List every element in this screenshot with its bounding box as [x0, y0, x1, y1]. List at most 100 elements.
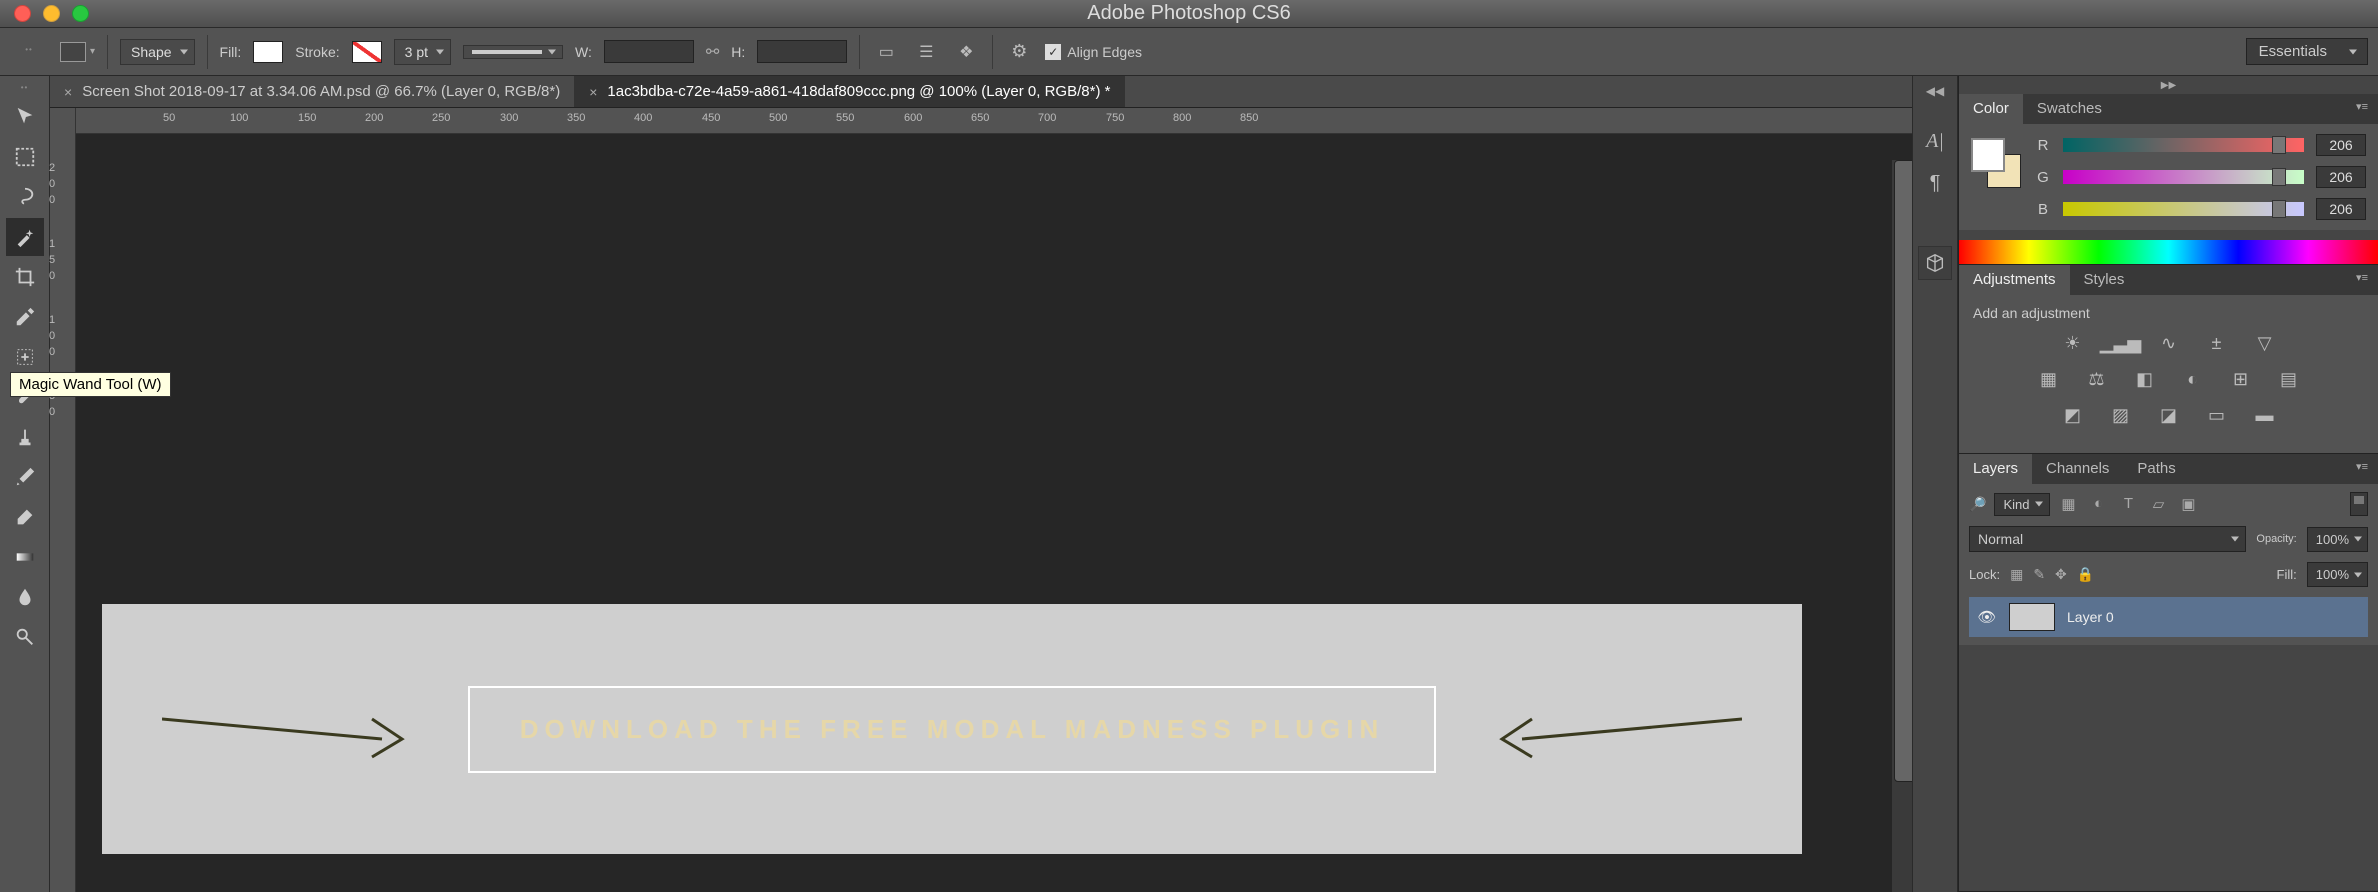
zoom-window-button[interactable]	[72, 5, 89, 22]
lock-pixels-icon[interactable]: ✎	[2033, 566, 2045, 583]
close-tab-icon[interactable]: ×	[589, 84, 597, 100]
opacity-input[interactable]: 100%	[2307, 527, 2368, 552]
fg-bg-swatch[interactable]	[1971, 138, 2021, 188]
tools-grip[interactable]: ••	[6, 82, 44, 92]
tab-adjustments[interactable]: Adjustments	[1959, 265, 2070, 295]
close-window-button[interactable]	[14, 5, 31, 22]
document-tab[interactable]: × 1ac3bdba-c72e-4a59-a861-418daf809ccc.p…	[575, 76, 1125, 107]
canvas[interactable]: DOWNLOAD THE FREE MODAL MADNESS PLUGIN	[76, 134, 1912, 892]
workspace-select[interactable]: Essentials	[2246, 38, 2368, 65]
g-slider[interactable]	[2063, 170, 2304, 184]
gear-icon[interactable]: ⚙	[1005, 40, 1033, 64]
eyedropper-tool[interactable]	[6, 298, 44, 336]
shape-mode-select[interactable]: Shape	[120, 39, 194, 65]
move-tool[interactable]	[6, 98, 44, 136]
filter-smart-icon[interactable]: ▣	[2178, 495, 2198, 513]
tab-paths[interactable]: Paths	[2123, 454, 2189, 484]
invert-icon[interactable]: ◩	[2058, 403, 2088, 427]
gradient-map-icon[interactable]: ▭	[2202, 403, 2232, 427]
tab-layers[interactable]: Layers	[1959, 454, 2032, 484]
stroke-width-select[interactable]: 3 pt	[394, 39, 451, 65]
brightness-icon[interactable]: ☀	[2058, 331, 2088, 355]
link-wh-icon[interactable]: ⚯	[706, 42, 719, 62]
layer-thumbnail[interactable]	[2009, 603, 2055, 631]
gradient-tool[interactable]	[6, 538, 44, 576]
visibility-icon[interactable]: 👁	[1977, 608, 1997, 626]
fill-swatch[interactable]	[253, 41, 283, 63]
tab-color[interactable]: Color	[1959, 94, 2023, 124]
vibrance-icon[interactable]: ▽	[2250, 331, 2280, 355]
blur-tool[interactable]	[6, 578, 44, 616]
fill-input[interactable]: 100%	[2307, 562, 2368, 587]
character-panel-icon[interactable]: A|	[1918, 124, 1952, 158]
vertical-scrollbar[interactable]	[1892, 160, 1912, 892]
history-brush-tool[interactable]	[6, 458, 44, 496]
layer-filter-kind-select[interactable]: Kind	[1994, 493, 2050, 516]
shape-preset-button[interactable]	[60, 42, 86, 62]
panel-menu-icon[interactable]: ▾≡	[2346, 94, 2378, 124]
width-input[interactable]	[604, 40, 694, 63]
crop-tool[interactable]	[6, 258, 44, 296]
color-lookup-icon[interactable]: ▤	[2274, 367, 2304, 391]
stroke-style-select[interactable]	[463, 45, 563, 59]
b-value-input[interactable]: 206	[2316, 198, 2366, 220]
healing-brush-tool[interactable]	[6, 338, 44, 376]
filter-shape-icon[interactable]: ▱	[2148, 495, 2168, 513]
lasso-tool[interactable]	[6, 178, 44, 216]
layer-name[interactable]: Layer 0	[2067, 609, 2114, 625]
color-balance-icon[interactable]: ⚖	[2082, 367, 2112, 391]
filter-toggle[interactable]	[2350, 492, 2368, 516]
eraser-tool[interactable]	[6, 498, 44, 536]
r-slider[interactable]	[2063, 138, 2304, 152]
magic-wand-tool[interactable]	[6, 218, 44, 256]
tab-channels[interactable]: Channels	[2032, 454, 2123, 484]
b-slider[interactable]	[2063, 202, 2304, 216]
hue-sat-icon[interactable]: ▦	[2034, 367, 2064, 391]
tab-swatches[interactable]: Swatches	[2023, 94, 2116, 124]
collapse-panels-icon[interactable]: ▶▶	[1959, 76, 2378, 94]
dodge-tool[interactable]	[6, 618, 44, 656]
vertical-ruler[interactable]: 2 0 0 1 5 0 1 0 0 5 0	[50, 108, 76, 892]
posterize-icon[interactable]: ▨	[2106, 403, 2136, 427]
document-tab[interactable]: × Screen Shot 2018-09-17 at 3.34.06 AM.p…	[50, 76, 575, 107]
path-combine-icon[interactable]: ▭	[872, 40, 900, 64]
layer-row[interactable]: 👁 Layer 0	[1969, 597, 2368, 637]
filter-pixel-icon[interactable]: ▦	[2058, 495, 2078, 513]
minimize-window-button[interactable]	[43, 5, 60, 22]
blend-mode-select[interactable]: Normal	[1969, 526, 2246, 552]
r-value-input[interactable]: 206	[2316, 134, 2366, 156]
selective-color-icon[interactable]: ▬	[2250, 403, 2280, 427]
lock-position-icon[interactable]: ✥	[2055, 566, 2067, 583]
stroke-swatch[interactable]	[352, 41, 382, 63]
filter-adjust-icon[interactable]: ◐	[2088, 495, 2108, 513]
lock-all-icon[interactable]: 🔒	[2077, 566, 2094, 583]
path-arrange-icon[interactable]: ❖	[952, 40, 980, 64]
height-input[interactable]	[757, 40, 847, 63]
curves-icon[interactable]: ∿	[2154, 331, 2184, 355]
close-tab-icon[interactable]: ×	[64, 84, 72, 100]
panel-menu-icon[interactable]: ▾≡	[2346, 265, 2378, 295]
lock-transparency-icon[interactable]: ▦	[2010, 566, 2023, 583]
expand-dock-icon[interactable]: ◀◀	[1926, 84, 1944, 98]
fg-color-swatch[interactable]	[1971, 138, 2005, 172]
channel-mixer-icon[interactable]: ⊞	[2226, 367, 2256, 391]
3d-panel-icon[interactable]	[1918, 246, 1952, 280]
options-grip[interactable]: ••	[10, 45, 48, 55]
panel-menu-icon[interactable]: ▾≡	[2346, 454, 2378, 484]
align-edges-checkbox[interactable]: ✓	[1045, 44, 1061, 60]
color-spectrum[interactable]	[1959, 240, 2378, 264]
exposure-icon[interactable]: ±	[2202, 331, 2232, 355]
filter-type-icon[interactable]: T	[2118, 495, 2138, 513]
photo-filter-icon[interactable]: ◐	[2178, 367, 2208, 391]
marquee-tool[interactable]	[6, 138, 44, 176]
levels-icon[interactable]: ▁▃▅	[2106, 331, 2136, 355]
horizontal-ruler[interactable]: 50 100 150 200 250 300 350 400 450 500 5…	[76, 108, 1912, 134]
bw-icon[interactable]: ◧	[2130, 367, 2160, 391]
path-align-icon[interactable]: ☰	[912, 40, 940, 64]
tab-styles[interactable]: Styles	[2070, 265, 2139, 295]
paragraph-panel-icon[interactable]: ¶	[1918, 166, 1952, 200]
align-edges-label: Align Edges	[1067, 44, 1142, 60]
g-value-input[interactable]: 206	[2316, 166, 2366, 188]
threshold-icon[interactable]: ◪	[2154, 403, 2184, 427]
clone-stamp-tool[interactable]	[6, 418, 44, 456]
